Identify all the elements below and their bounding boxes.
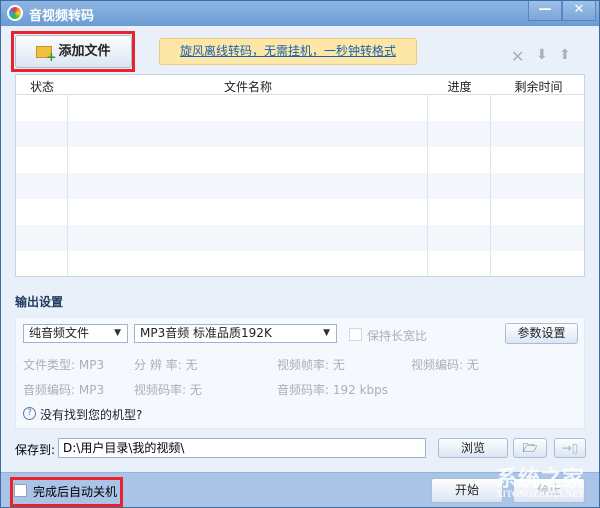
col-remaining[interactable]: 剩余时间 (491, 78, 584, 95)
category-select[interactable]: 纯音频文件 ▼ (23, 324, 128, 343)
export-device-button[interactable]: →▯ (554, 438, 586, 458)
app-window: 音视频转码 — ✕ + 添加文件 旋风离线转码，无需挂机，一秒钟转格式 ✕ ⬇ ⬆… (0, 0, 600, 508)
close-button[interactable]: ✕ (562, 1, 596, 21)
chevron-down-icon: ▼ (323, 328, 330, 338)
open-folder-button[interactable]: 🗁 (513, 438, 547, 458)
device-icon: →▯ (561, 441, 579, 455)
highlight-box (10, 477, 123, 507)
start-button[interactable]: 开始 (431, 478, 503, 503)
category-value: 纯音频文件 (29, 326, 90, 340)
folder-icon: 🗁 (522, 441, 538, 455)
params-button[interactable]: 参数设置 (505, 323, 578, 344)
info-audio-codec: 音频编码: MP3 (23, 383, 105, 397)
save-path-input[interactable]: D:\用户目录\我的视频\ (58, 438, 426, 458)
window-title: 音视频转码 (29, 9, 95, 24)
info-file-type: 文件类型: MP3 (23, 358, 105, 372)
keep-ratio-label: 保持长宽比 (367, 329, 428, 343)
info-frame-rate: 视频帧率: 无 (277, 358, 345, 372)
info-audio-bitrate: 音频码率: 192 kbps (277, 383, 389, 397)
col-filename[interactable]: 文件名称 (68, 78, 428, 95)
info-video-codec: 视频编码: 无 (411, 358, 479, 372)
output-settings-heading: 输出设置 (15, 295, 64, 309)
col-status[interactable]: 状态 (16, 78, 68, 95)
delete-icon[interactable]: ✕ (511, 47, 524, 66)
help-link[interactable]: 没有找到您的机型? (40, 406, 142, 423)
highlight-box (11, 31, 135, 72)
move-down-icon[interactable]: ⬇ (536, 47, 548, 63)
title-bar: 音视频转码 — ✕ (1, 1, 599, 26)
save-label: 保存到: (15, 443, 56, 457)
watermark-url: XITONGZHIJIA.NET (496, 489, 585, 499)
preset-value: MP3音频 标准品质192K (140, 326, 272, 340)
move-up-icon[interactable]: ⬆ (559, 47, 571, 63)
file-table: 状态 文件名称 进度 剩余时间 (15, 74, 585, 277)
preset-select[interactable]: MP3音频 标准品质192K ▼ (134, 324, 337, 343)
app-logo-icon (7, 5, 23, 21)
col-progress[interactable]: 进度 (428, 78, 491, 95)
browse-button[interactable]: 浏览 (438, 438, 508, 458)
promo-banner: 旋风离线转码，无需挂机，一秒钟转格式 (159, 38, 417, 65)
help-icon: ? (23, 407, 36, 420)
promo-link[interactable]: 旋风离线转码，无需挂机，一秒钟转格式 (180, 44, 396, 58)
chevron-down-icon: ▼ (114, 328, 121, 338)
table-header: 状态 文件名称 进度 剩余时间 (16, 75, 584, 95)
info-resolution: 分 辨 率: 无 (134, 358, 198, 372)
minimize-button[interactable]: — (528, 1, 562, 21)
info-video-bitrate: 视频码率: 无 (134, 383, 202, 397)
keep-ratio-checkbox[interactable] (349, 328, 362, 341)
